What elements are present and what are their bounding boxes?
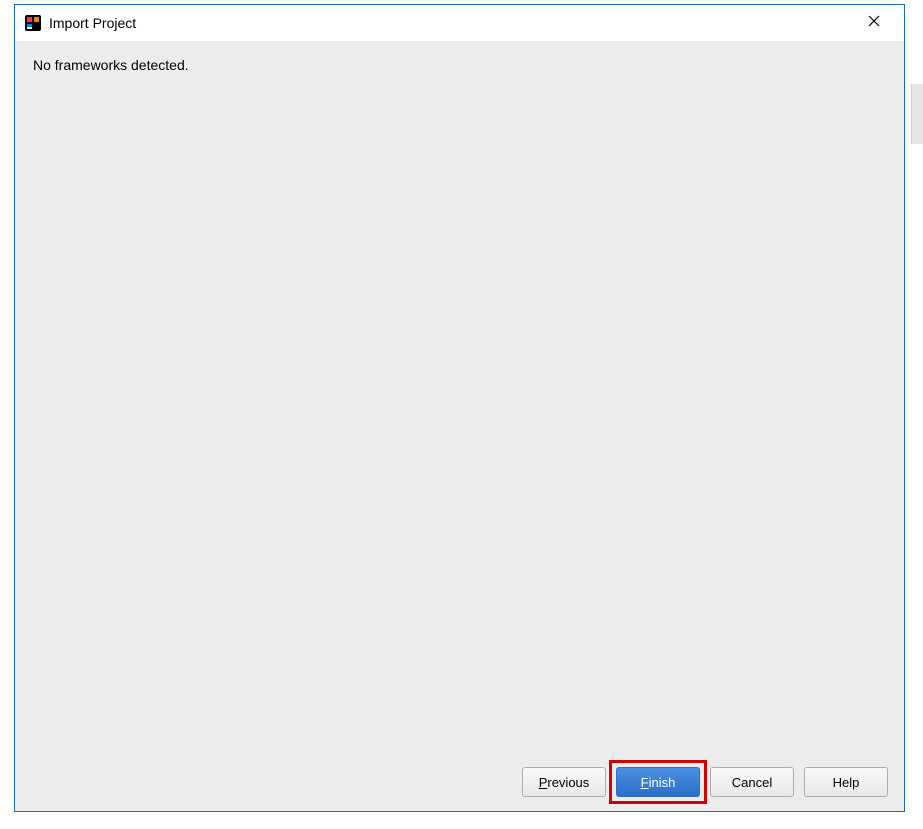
content-area: No frameworks detected. Previous Finish …	[15, 41, 904, 811]
help-button[interactable]: Help	[804, 767, 888, 797]
button-bar: Previous Finish Cancel Help	[522, 767, 888, 797]
previous-button[interactable]: Previous	[522, 767, 606, 797]
titlebar: Import Project	[15, 5, 904, 41]
finish-button[interactable]: Finish	[616, 767, 700, 797]
outer-scrollbar[interactable]	[911, 84, 923, 144]
intellij-icon	[25, 15, 41, 31]
import-project-dialog: Import Project No frameworks detected. P…	[14, 4, 905, 812]
cancel-button[interactable]: Cancel	[710, 767, 794, 797]
status-message: No frameworks detected.	[33, 57, 886, 73]
close-icon	[868, 14, 880, 32]
dialog-title: Import Project	[49, 15, 854, 31]
close-button[interactable]	[854, 8, 894, 38]
